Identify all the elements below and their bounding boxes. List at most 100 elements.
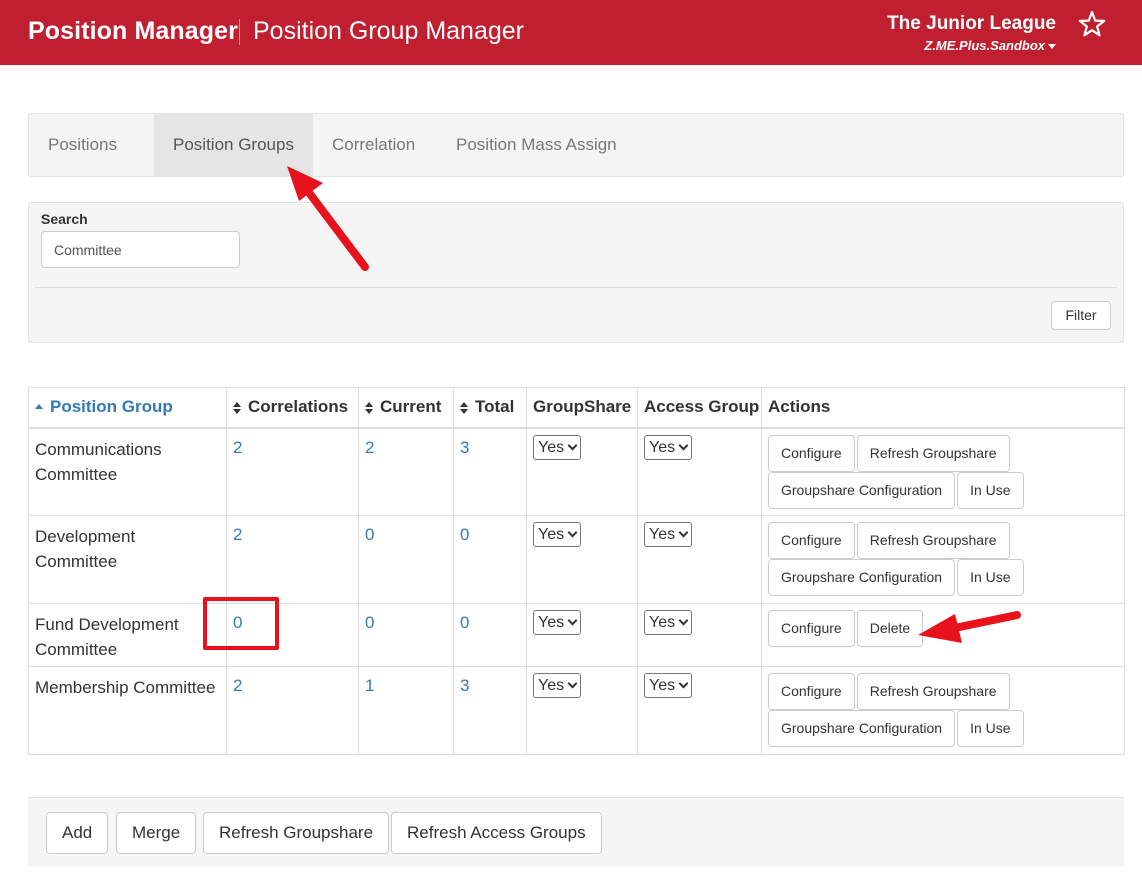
tab-position-mass-assign[interactable]: Position Mass Assign — [437, 114, 636, 176]
current-link[interactable]: 0 — [365, 525, 374, 544]
row-actions: Configure Delete — [761, 603, 1125, 667]
groupshare-select[interactable]: Yes — [533, 673, 582, 698]
column-header-total[interactable]: Total — [453, 387, 527, 429]
org-name: The Junior League — [887, 13, 1056, 34]
chevron-down-icon — [567, 615, 578, 626]
position-group-name: Development Committee — [28, 515, 227, 604]
position-group-name: Membership Committee — [28, 666, 227, 755]
nav-tabs: Positions Position Groups Correlation Po… — [28, 113, 1124, 177]
row-actions: Configure Refresh Groupshare Groupshare C… — [761, 666, 1125, 755]
table-row: Fund Development Committee 0 0 0 Yes Yes… — [28, 603, 1125, 667]
total-link[interactable]: 3 — [460, 438, 469, 457]
search-label: Search — [41, 211, 88, 227]
chevron-down-icon — [678, 678, 689, 689]
current-link[interactable]: 0 — [365, 613, 374, 632]
page-title: Position Group Manager — [253, 17, 524, 45]
table-row: Development Committee 2 0 0 Yes Yes Conf… — [28, 515, 1125, 604]
groupshare-configuration-button[interactable]: Groupshare Configuration — [768, 471, 956, 509]
table-row: Membership Committee 2 1 3 Yes Yes Confi… — [28, 666, 1125, 755]
chevron-down-icon — [678, 615, 689, 626]
current-link[interactable]: 2 — [365, 438, 374, 457]
access-group-select[interactable]: Yes — [644, 522, 693, 547]
configure-button[interactable]: Configure — [768, 434, 855, 472]
column-header-access-group: Access Group — [637, 387, 762, 429]
divider — [35, 287, 1117, 288]
org-sub-label: Z.ME.Plus.Sandbox — [924, 38, 1045, 53]
groupshare-select[interactable]: Yes — [533, 434, 582, 460]
select-value: Yes — [538, 438, 565, 456]
tab-correlation[interactable]: Correlation — [313, 114, 434, 176]
column-header-groupshare: GroupShare — [526, 387, 638, 429]
groupshare-select[interactable]: Yes — [533, 522, 582, 547]
table-header-row: Position Group Correlations Current Tota… — [28, 387, 1125, 429]
access-group-select[interactable]: Yes — [644, 673, 693, 698]
select-value: Yes — [649, 677, 676, 694]
filter-button[interactable]: Filter — [1051, 301, 1111, 330]
configure-button[interactable]: Configure — [768, 610, 855, 647]
refresh-access-groups-button[interactable]: Refresh Access Groups — [391, 812, 602, 854]
in-use-button[interactable]: In Use — [957, 559, 1024, 596]
refresh-groupshare-button[interactable]: Refresh Groupshare — [856, 673, 1010, 710]
correlations-link[interactable]: 2 — [233, 438, 242, 457]
top-header-bar: Position Manager Position Group Manager … — [0, 0, 1142, 65]
sort-icon — [460, 401, 469, 415]
row-actions: Configure Refresh Groupshare Groupshare C… — [761, 515, 1125, 604]
in-use-button[interactable]: In Use — [957, 471, 1024, 509]
chevron-down-icon — [567, 440, 578, 450]
configure-button[interactable]: Configure — [768, 522, 855, 559]
org-switcher[interactable]: Z.ME.Plus.Sandbox — [924, 38, 1056, 53]
refresh-groupshare-footer-button[interactable]: Refresh Groupshare — [203, 812, 390, 854]
column-header-position-group[interactable]: Position Group — [28, 387, 227, 429]
groupshare-configuration-button[interactable]: Groupshare Configuration — [768, 710, 956, 747]
delete-button[interactable]: Delete — [856, 610, 924, 647]
caret-down-icon — [1048, 44, 1056, 50]
total-link[interactable]: 0 — [460, 525, 469, 544]
add-button[interactable]: Add — [46, 812, 109, 854]
sort-icon — [233, 401, 242, 415]
tab-positions[interactable]: Positions — [48, 114, 117, 176]
highlight-box — [203, 597, 279, 650]
position-group-name: Fund Development Committee — [28, 603, 227, 667]
position-groups-table: Position Group Correlations Current Tota… — [28, 387, 1125, 755]
chevron-down-icon — [678, 440, 689, 450]
select-value: Yes — [538, 677, 565, 694]
sort-asc-icon — [35, 401, 44, 415]
total-link[interactable]: 0 — [460, 613, 469, 632]
merge-button[interactable]: Merge — [116, 812, 197, 854]
access-group-select[interactable]: Yes — [644, 610, 693, 635]
column-label: Correlations — [248, 397, 349, 417]
column-header-current[interactable]: Current — [358, 387, 454, 429]
total-link[interactable]: 3 — [460, 676, 469, 695]
column-label: Total — [475, 397, 515, 417]
chevron-down-icon — [567, 527, 578, 538]
search-panel: Search Filter — [28, 202, 1124, 343]
current-link[interactable]: 1 — [365, 676, 374, 695]
title-divider — [239, 19, 240, 45]
position-group-name: Communications Committee — [28, 427, 227, 516]
groupshare-configuration-button[interactable]: Groupshare Configuration — [768, 559, 956, 596]
select-value: Yes — [538, 614, 565, 631]
groupshare-select[interactable]: Yes — [533, 610, 582, 635]
refresh-groupshare-button[interactable]: Refresh Groupshare — [856, 522, 1010, 559]
chevron-down-icon — [567, 678, 578, 689]
correlations-link[interactable]: 2 — [233, 676, 242, 695]
select-value: Yes — [649, 438, 676, 456]
select-value: Yes — [649, 526, 676, 543]
configure-button[interactable]: Configure — [768, 673, 855, 710]
chevron-down-icon — [678, 527, 689, 538]
in-use-button[interactable]: In Use — [957, 710, 1024, 747]
table-row: Communications Committee 2 2 3 Yes Yes C… — [28, 427, 1125, 516]
access-group-select[interactable]: Yes — [644, 434, 693, 460]
tab-position-groups[interactable]: Position Groups — [154, 114, 313, 176]
sort-icon — [365, 401, 374, 415]
column-header-correlations[interactable]: Correlations — [226, 387, 359, 429]
search-input[interactable] — [41, 231, 240, 268]
footer-actions: Add Merge Refresh Groupshare Refresh Acc… — [28, 797, 1124, 867]
star-icon[interactable] — [1078, 10, 1106, 38]
app-title[interactable]: Position Manager — [28, 17, 238, 46]
row-actions: Configure Refresh Groupshare Groupshare C… — [761, 427, 1125, 516]
refresh-groupshare-button[interactable]: Refresh Groupshare — [856, 434, 1010, 472]
correlations-link[interactable]: 2 — [233, 525, 242, 544]
column-label: Position Group — [50, 397, 173, 417]
select-value: Yes — [649, 614, 676, 631]
